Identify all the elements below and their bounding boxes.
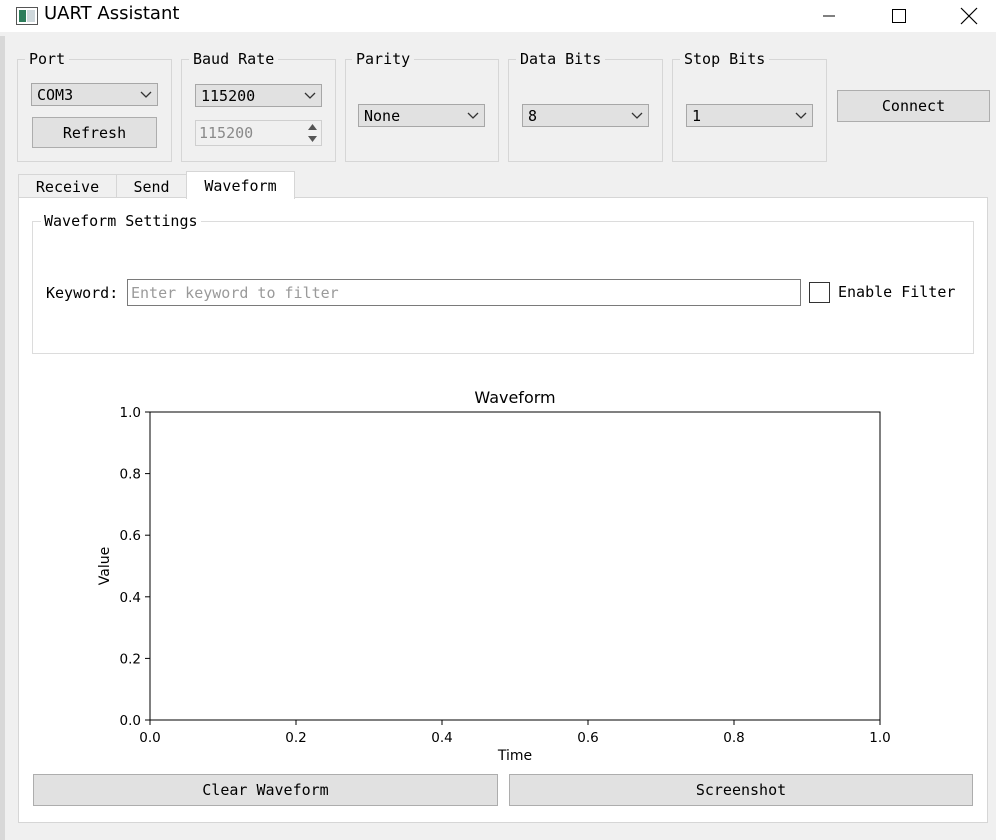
baud-rate-select-value: 115200 bbox=[201, 86, 256, 105]
waveform-chart: Waveform Time Value 0.0 0.2 0.4 0.6 0.8 1.0 0.0 0.… bbox=[97, 388, 891, 764]
x-tick-label: 1.0 bbox=[869, 730, 890, 746]
y-tick-label: 0.6 bbox=[120, 528, 141, 544]
app-icon bbox=[16, 7, 38, 25]
enable-filter-checkbox[interactable] bbox=[809, 282, 830, 303]
x-axis-label: Time bbox=[497, 748, 532, 764]
parity-label: Parity bbox=[352, 50, 415, 68]
window-left-edge bbox=[0, 36, 5, 840]
minimize-button[interactable] bbox=[806, 0, 852, 32]
x-tick-label: 0.6 bbox=[577, 730, 598, 746]
tab-waveform[interactable]: Waveform bbox=[186, 171, 295, 199]
chart-title: Waveform bbox=[474, 388, 555, 407]
waveform-settings-title: Waveform Settings bbox=[41, 212, 201, 230]
tab-send[interactable]: Send bbox=[116, 174, 187, 199]
screenshot-button[interactable]: Screenshot bbox=[509, 774, 973, 806]
port-label: Port bbox=[25, 50, 70, 68]
clear-waveform-button[interactable]: Clear Waveform bbox=[33, 774, 498, 806]
chevron-down-icon bbox=[299, 92, 321, 100]
stop-bits-label: Stop Bits bbox=[680, 50, 770, 68]
y-tick-label: 1.0 bbox=[120, 405, 141, 421]
y-tick-label: 0.4 bbox=[120, 590, 141, 606]
y-tick-label: 0.8 bbox=[120, 467, 141, 483]
data-bits-label: Data Bits bbox=[516, 50, 606, 68]
keyword-label: Keyword: bbox=[46, 284, 119, 302]
maximize-icon bbox=[892, 9, 906, 23]
x-tick-label: 0.4 bbox=[431, 730, 452, 746]
close-button[interactable] bbox=[946, 0, 992, 32]
chevron-down-icon bbox=[790, 112, 812, 120]
close-icon bbox=[960, 7, 978, 25]
baud-rate-group bbox=[181, 59, 336, 162]
custom-baud-value: 115200 bbox=[199, 124, 254, 142]
y-tick-label: 0.2 bbox=[120, 651, 141, 667]
window-title: UART Assistant bbox=[44, 3, 180, 24]
enable-filter-label[interactable]: Enable Filter bbox=[838, 283, 955, 301]
plot-area bbox=[149, 411, 881, 721]
maximize-button[interactable] bbox=[876, 0, 922, 32]
baud-rate-label: Baud Rate bbox=[189, 50, 279, 68]
keyword-input[interactable] bbox=[127, 279, 801, 306]
x-tick-label: 0.2 bbox=[285, 730, 306, 746]
y-tick-label: 0.0 bbox=[120, 713, 141, 729]
stop-bits-select[interactable]: 1 bbox=[686, 104, 813, 127]
chevron-down-icon bbox=[626, 112, 648, 120]
stop-bits-select-value: 1 bbox=[692, 106, 702, 125]
refresh-button[interactable]: Refresh bbox=[32, 117, 157, 148]
spin-arrows-icon[interactable] bbox=[303, 121, 321, 145]
parity-select[interactable]: None bbox=[358, 104, 485, 127]
x-tick-label: 0.0 bbox=[139, 730, 160, 746]
baud-rate-select[interactable]: 115200 bbox=[195, 84, 322, 107]
connect-button[interactable]: Connect bbox=[837, 90, 990, 122]
x-tick-label: 0.8 bbox=[723, 730, 744, 746]
chevron-down-icon bbox=[135, 91, 157, 99]
y-axis-label: Value bbox=[97, 547, 113, 585]
custom-baud-spinbox[interactable]: 115200 bbox=[195, 120, 322, 146]
data-bits-select[interactable]: 8 bbox=[522, 104, 649, 127]
data-bits-select-value: 8 bbox=[528, 106, 538, 125]
port-select-value: COM3 bbox=[37, 85, 74, 104]
chevron-down-icon bbox=[462, 112, 484, 120]
parity-select-value: None bbox=[364, 106, 401, 125]
minimize-icon bbox=[823, 15, 835, 17]
port-select[interactable]: COM3 bbox=[31, 83, 158, 106]
tab-receive[interactable]: Receive bbox=[18, 174, 117, 199]
